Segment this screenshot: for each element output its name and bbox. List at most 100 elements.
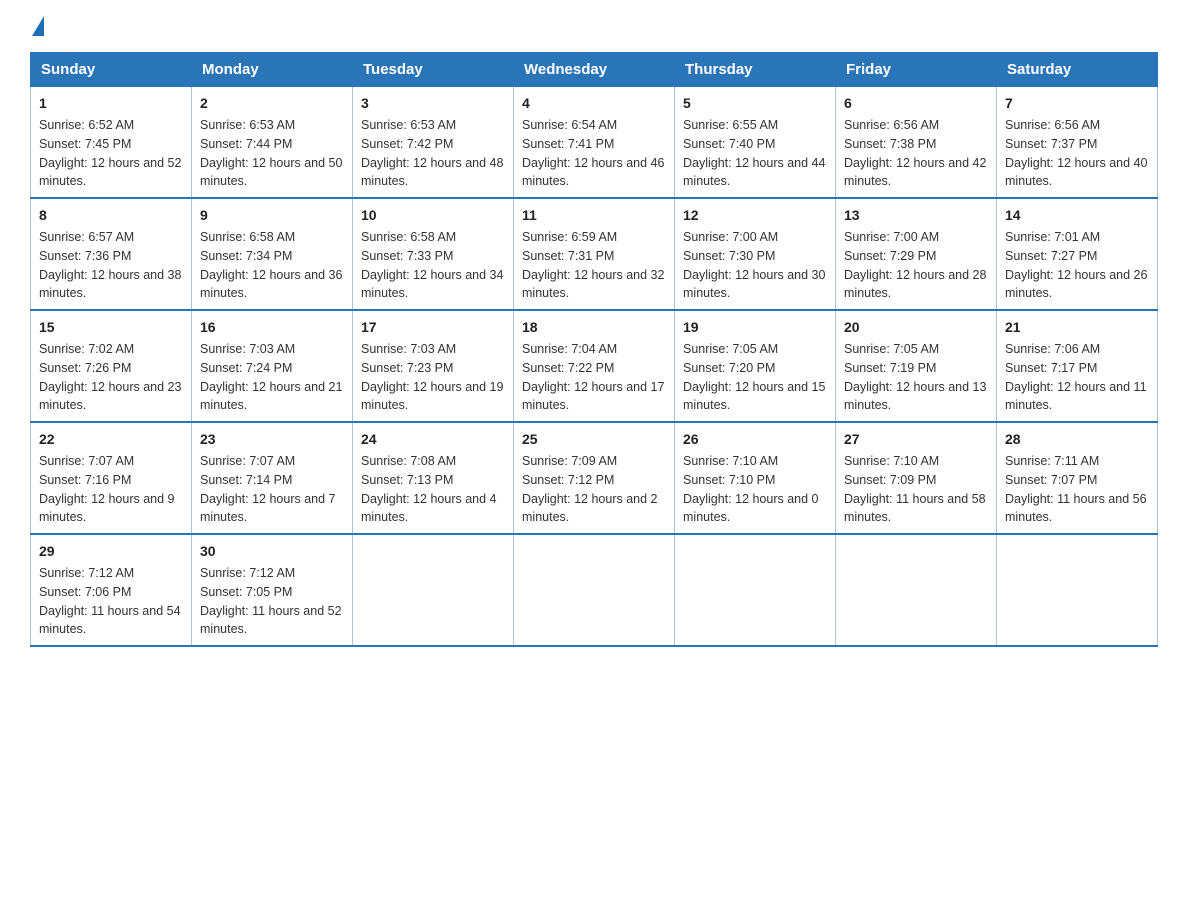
day-number: 5 — [683, 93, 827, 114]
day-number: 23 — [200, 429, 344, 450]
calendar-cell: 27Sunrise: 7:10 AMSunset: 7:09 PMDayligh… — [836, 422, 997, 534]
sunrise-text: Sunrise: 7:02 AM — [39, 342, 134, 356]
sunrise-text: Sunrise: 6:52 AM — [39, 118, 134, 132]
sunset-text: Sunset: 7:22 PM — [522, 361, 614, 375]
sunset-text: Sunset: 7:12 PM — [522, 473, 614, 487]
column-header-sunday: Sunday — [31, 53, 192, 87]
calendar-cell: 22Sunrise: 7:07 AMSunset: 7:16 PMDayligh… — [31, 422, 192, 534]
daylight-text: Daylight: 12 hours and 7 minutes. — [200, 492, 336, 525]
calendar-cell: 26Sunrise: 7:10 AMSunset: 7:10 PMDayligh… — [675, 422, 836, 534]
day-number: 14 — [1005, 205, 1149, 226]
day-number: 17 — [361, 317, 505, 338]
sunrise-text: Sunrise: 7:07 AM — [200, 454, 295, 468]
sunset-text: Sunset: 7:05 PM — [200, 585, 292, 599]
day-number: 29 — [39, 541, 183, 562]
day-number: 12 — [683, 205, 827, 226]
sunset-text: Sunset: 7:42 PM — [361, 137, 453, 151]
sunrise-text: Sunrise: 7:03 AM — [200, 342, 295, 356]
day-number: 9 — [200, 205, 344, 226]
sunset-text: Sunset: 7:36 PM — [39, 249, 131, 263]
sunrise-text: Sunrise: 7:05 AM — [844, 342, 939, 356]
daylight-text: Daylight: 11 hours and 52 minutes. — [200, 604, 342, 637]
column-header-tuesday: Tuesday — [353, 53, 514, 87]
sunset-text: Sunset: 7:06 PM — [39, 585, 131, 599]
sunrise-text: Sunrise: 6:58 AM — [200, 230, 295, 244]
daylight-text: Daylight: 12 hours and 4 minutes. — [361, 492, 497, 525]
sunset-text: Sunset: 7:44 PM — [200, 137, 292, 151]
daylight-text: Daylight: 12 hours and 11 minutes. — [1005, 380, 1147, 413]
day-number: 3 — [361, 93, 505, 114]
sunrise-text: Sunrise: 7:11 AM — [1005, 454, 1099, 468]
day-number: 8 — [39, 205, 183, 226]
daylight-text: Daylight: 12 hours and 34 minutes. — [361, 268, 503, 301]
sunrise-text: Sunrise: 6:56 AM — [1005, 118, 1100, 132]
sunset-text: Sunset: 7:19 PM — [844, 361, 936, 375]
column-header-monday: Monday — [192, 53, 353, 87]
calendar-week-row: 8Sunrise: 6:57 AMSunset: 7:36 PMDaylight… — [31, 198, 1158, 310]
sunrise-text: Sunrise: 7:12 AM — [200, 566, 295, 580]
daylight-text: Daylight: 12 hours and 17 minutes. — [522, 380, 664, 413]
day-number: 16 — [200, 317, 344, 338]
sunset-text: Sunset: 7:26 PM — [39, 361, 131, 375]
sunset-text: Sunset: 7:27 PM — [1005, 249, 1097, 263]
calendar-cell: 25Sunrise: 7:09 AMSunset: 7:12 PMDayligh… — [514, 422, 675, 534]
sunset-text: Sunset: 7:29 PM — [844, 249, 936, 263]
sunset-text: Sunset: 7:41 PM — [522, 137, 614, 151]
sunrise-text: Sunrise: 7:05 AM — [683, 342, 778, 356]
calendar-cell: 21Sunrise: 7:06 AMSunset: 7:17 PMDayligh… — [997, 310, 1158, 422]
calendar-cell: 16Sunrise: 7:03 AMSunset: 7:24 PMDayligh… — [192, 310, 353, 422]
sunset-text: Sunset: 7:37 PM — [1005, 137, 1097, 151]
sunrise-text: Sunrise: 7:07 AM — [39, 454, 134, 468]
sunset-text: Sunset: 7:07 PM — [1005, 473, 1097, 487]
sunrise-text: Sunrise: 7:06 AM — [1005, 342, 1100, 356]
sunrise-text: Sunrise: 7:10 AM — [683, 454, 778, 468]
daylight-text: Daylight: 12 hours and 46 minutes. — [522, 156, 664, 189]
daylight-text: Daylight: 12 hours and 32 minutes. — [522, 268, 664, 301]
day-number: 21 — [1005, 317, 1149, 338]
daylight-text: Daylight: 12 hours and 40 minutes. — [1005, 156, 1147, 189]
sunrise-text: Sunrise: 7:10 AM — [844, 454, 939, 468]
sunrise-text: Sunrise: 6:54 AM — [522, 118, 617, 132]
calendar-cell: 17Sunrise: 7:03 AMSunset: 7:23 PMDayligh… — [353, 310, 514, 422]
column-header-friday: Friday — [836, 53, 997, 87]
sunrise-text: Sunrise: 6:56 AM — [844, 118, 939, 132]
calendar-cell: 4 Sunrise: 6:54 AM Sunset: 7:41 PM Daylight… — [514, 87, 675, 199]
daylight-text: Daylight: 12 hours and 15 minutes. — [683, 380, 825, 413]
calendar-cell — [353, 534, 514, 646]
calendar-cell: 30Sunrise: 7:12 AMSunset: 7:05 PMDayligh… — [192, 534, 353, 646]
calendar-cell: 12Sunrise: 7:00 AMSunset: 7:30 PMDayligh… — [675, 198, 836, 310]
calendar-header-row: SundayMondayTuesdayWednesdayThursdayFrid… — [31, 53, 1158, 87]
day-number: 27 — [844, 429, 988, 450]
sunset-text: Sunset: 7:30 PM — [683, 249, 775, 263]
day-number: 20 — [844, 317, 988, 338]
daylight-text: Daylight: 12 hours and 44 minutes. — [683, 156, 825, 189]
day-number: 13 — [844, 205, 988, 226]
calendar-week-row: 22Sunrise: 7:07 AMSunset: 7:16 PMDayligh… — [31, 422, 1158, 534]
day-number: 22 — [39, 429, 183, 450]
day-number: 6 — [844, 93, 988, 114]
calendar-cell: 2Sunrise: 6:53 AMSunset: 7:44 PMDaylight… — [192, 87, 353, 199]
daylight-text: Daylight: 11 hours and 54 minutes. — [39, 604, 181, 637]
calendar-cell: 20 Sunrise: 7:05 AM Sunset: 7:19 PM Dayligh… — [836, 310, 997, 422]
sunrise-text: Sunrise: 7:00 AM — [683, 230, 778, 244]
calendar-cell — [675, 534, 836, 646]
calendar-table: SundayMondayTuesdayWednesdayThursdayFrid… — [30, 52, 1158, 647]
sunrise-text: Sunrise: 7:04 AM — [522, 342, 617, 356]
daylight-text: Daylight: 12 hours and 26 minutes. — [1005, 268, 1147, 301]
sunset-text: Sunset: 7:10 PM — [683, 473, 775, 487]
calendar-cell: 13Sunrise: 7:00 AMSunset: 7:29 PMDayligh… — [836, 198, 997, 310]
daylight-text: Daylight: 11 hours and 56 minutes. — [1005, 492, 1147, 525]
day-number: 18 — [522, 317, 666, 338]
calendar-cell: 23Sunrise: 7:07 AMSunset: 7:14 PMDayligh… — [192, 422, 353, 534]
calendar-cell: 29Sunrise: 7:12 AMSunset: 7:06 PMDayligh… — [31, 534, 192, 646]
calendar-cell: 11Sunrise: 6:59 AMSunset: 7:31 PMDayligh… — [514, 198, 675, 310]
daylight-text: Daylight: 12 hours and 50 minutes. — [200, 156, 342, 189]
sunrise-text: Sunrise: 7:08 AM — [361, 454, 456, 468]
logo — [30, 20, 44, 36]
page-header — [30, 20, 1158, 36]
day-number: 1 — [39, 93, 183, 114]
calendar-cell — [836, 534, 997, 646]
day-number: 4 — [522, 93, 666, 114]
day-number: 7 — [1005, 93, 1149, 114]
daylight-text: Daylight: 12 hours and 13 minutes. — [844, 380, 986, 413]
